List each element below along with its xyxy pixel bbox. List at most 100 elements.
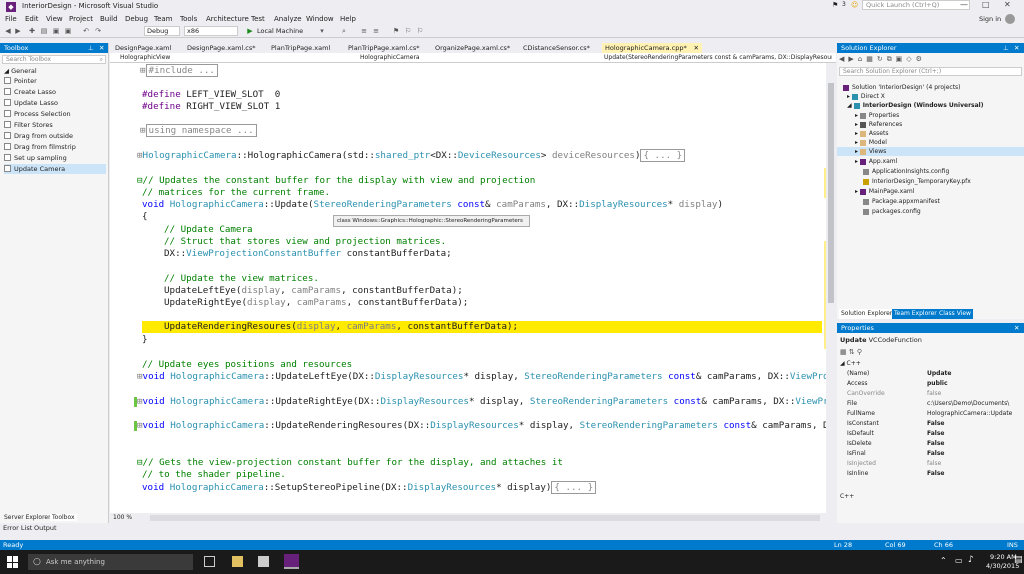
store-icon[interactable] (258, 556, 269, 567)
new-project-icon[interactable]: ✚ (28, 27, 36, 35)
tab-server-explorer[interactable]: Server Explorer (2, 514, 53, 521)
property-row[interactable]: IsInline False (847, 469, 1019, 479)
volume-icon[interactable]: ♪ (968, 555, 974, 565)
property-row[interactable]: FullName HolographicCamera::Update (847, 409, 1019, 419)
toolbox-item-drag-outside[interactable]: Drag from outside (4, 131, 73, 141)
redo-icon[interactable]: ↷ (94, 27, 102, 35)
task-view-icon[interactable] (204, 556, 215, 567)
tab-holographiccamera-cpp[interactable]: HolographicCamera.cpp* ✕ (602, 43, 702, 53)
clock-time[interactable]: 9:20 AM (990, 553, 1017, 561)
tab-designpage-xaml[interactable]: DesignPage.xaml (112, 43, 171, 53)
property-row[interactable]: Access public (847, 379, 1019, 389)
toolbox-item-process-selection[interactable]: Process Selection (4, 109, 71, 119)
run-target-button[interactable]: Local Machine (257, 27, 303, 35)
tree-views[interactable]: ▸ Views (837, 147, 1024, 156)
tree-appinsights[interactable]: ApplicationInsights.config (863, 167, 949, 176)
scrollbar-thumb[interactable] (828, 83, 834, 303)
action-center-icon[interactable]: ▤ (1014, 555, 1023, 565)
tab-solution-explorer[interactable]: Solution Explorer (839, 309, 895, 319)
tree-directx[interactable]: ▸ Direct X (847, 92, 885, 101)
property-row[interactable]: IsDelete False (847, 439, 1019, 449)
tree-interiordesign[interactable]: ◢ InteriorDesign (Windows Universal) (847, 101, 983, 110)
next-bookmark-icon[interactable]: ⚐ (416, 27, 424, 35)
attach-icon[interactable]: ▾ (318, 27, 326, 35)
solution-explorer-toolbar[interactable]: ◀▶⌂▦↻⧉▣◇⚙ (839, 55, 1019, 65)
back-icon[interactable]: ◀ (4, 27, 12, 35)
menu-test[interactable]: Test (251, 15, 265, 23)
tab-class-view[interactable]: Class View (937, 309, 973, 319)
forward-icon[interactable]: ▶ (14, 27, 22, 35)
tab-plantrippage-xaml-cs[interactable]: PlanTripPage.xaml.cs* (345, 43, 420, 53)
property-row[interactable]: CanOverride false (847, 389, 1019, 399)
config-select[interactable]: Debug (144, 26, 180, 36)
tree-model[interactable]: ▸ Model (855, 138, 887, 147)
menu-team[interactable]: Team (154, 15, 173, 23)
zoom-level[interactable]: 100 % (113, 514, 132, 521)
menu-architecture[interactable]: Architecture (206, 15, 249, 23)
tree-packages-config[interactable]: packages.config (863, 207, 921, 216)
toolbox-item-update-camera[interactable]: Update Camera (4, 164, 106, 174)
bookmark-icon[interactable]: ⚑ (392, 27, 400, 35)
quick-launch-input[interactable]: Quick Launch (Ctrl+Q) (862, 0, 970, 10)
property-row[interactable]: IsConstant False (847, 419, 1019, 429)
undo-icon[interactable]: ↶ (82, 27, 90, 35)
collapsed-using[interactable]: using namespace ... (145, 124, 257, 137)
platform-select[interactable]: x86 (184, 26, 238, 36)
tab-plantrippage-xaml[interactable]: PlanTripPage.xaml (268, 43, 330, 53)
solution-explorer-close-icon[interactable]: ✕ (1014, 43, 1019, 53)
project-dropdown[interactable]: HolographicView (112, 54, 348, 62)
tab-team-explorer[interactable]: Team Explorer (892, 309, 939, 319)
run-icon[interactable]: ▶ (246, 27, 254, 35)
code-editor[interactable]: ⊞ #include ... #define LEFT_VIEW_SLOT 0 #… (110, 63, 826, 513)
toolbox-close-icon[interactable]: ✕ (99, 43, 104, 53)
property-row[interactable]: IsInjected false (847, 459, 1019, 469)
collapsed-body[interactable]: { ... } (551, 481, 597, 494)
tree-references[interactable]: ▸ References (855, 120, 902, 129)
file-explorer-icon[interactable] (232, 556, 243, 567)
menu-tools[interactable]: Tools (180, 15, 197, 23)
pin-icon[interactable]: ⊥ (88, 43, 94, 53)
save-all-icon[interactable]: ▣ (64, 27, 72, 35)
tree-solution[interactable]: Solution 'InteriorDesign' (4 projects) (843, 83, 961, 92)
property-row[interactable]: IsDefault False (847, 429, 1019, 439)
property-row[interactable]: IsFinal False (847, 449, 1019, 459)
menu-project[interactable]: Project (69, 15, 93, 23)
toolbox-search-input[interactable]: Search Toolbox ⌕ (2, 55, 106, 64)
tab-output[interactable]: Output (34, 523, 57, 533)
prev-bookmark-icon[interactable]: ⚐ (404, 27, 412, 35)
menu-edit[interactable]: Edit (25, 15, 39, 23)
close-icon[interactable]: ✕ (1004, 0, 1011, 9)
toolbox-group-general[interactable]: ◢ General (4, 67, 37, 75)
open-file-icon[interactable]: ▤ (40, 27, 48, 35)
notification-flag-icon[interactable]: ⚑ (832, 1, 838, 9)
save-icon[interactable]: ▣ (52, 27, 60, 35)
property-row[interactable]: File c:\Users\Demo\Documents\ (847, 399, 1019, 409)
toolbox-item-filter-stores[interactable]: Filter Stores (4, 120, 53, 130)
pin-icon[interactable]: ⊥ (1003, 43, 1009, 53)
menu-analyze[interactable]: Analyze (274, 15, 302, 23)
menu-file[interactable]: File (5, 15, 17, 23)
tab-designpage-xaml-cs[interactable]: DesignPage.xaml.cs* (184, 43, 256, 53)
chevron-up-icon[interactable]: ⌃ (940, 556, 947, 565)
tree-app-xaml[interactable]: ▸ App.xaml (855, 157, 897, 166)
menu-window[interactable]: Window (306, 15, 334, 23)
minimize-icon[interactable]: — (960, 0, 968, 9)
start-icon[interactable] (7, 556, 19, 568)
properties-category[interactable]: ◢ C++ (840, 360, 861, 367)
tree-mainpage[interactable]: ▸ MainPage.xaml (855, 187, 914, 196)
member-dropdown[interactable]: Update(StereoRenderingParameters const &… (596, 54, 832, 62)
tree-tempkey[interactable]: InteriorDesign_TemporaryKey.pfx (863, 177, 971, 186)
properties-toolbar[interactable]: ▦ ⇅ ⚲ (840, 348, 862, 356)
tree-properties[interactable]: ▸ Properties (855, 111, 899, 120)
properties-close-icon[interactable]: ✕ (1014, 323, 1019, 333)
uncomment-icon[interactable]: ≡ (372, 27, 380, 35)
tab-close-icon[interactable]: ✕ (694, 43, 699, 53)
menu-view[interactable]: View (46, 15, 63, 23)
collapsed-include[interactable]: #include ... (145, 64, 218, 77)
tree-manifest[interactable]: Package.appxmanifest (863, 197, 940, 206)
cortana-search-input[interactable]: ○ Ask me anything (28, 554, 193, 570)
toolbox-item-drag-filmstrip[interactable]: Drag from filmstrip (4, 142, 76, 152)
toolbox-item-create-lasso[interactable]: Create Lasso (4, 87, 56, 97)
tab-toolbox[interactable]: Toolbox (50, 514, 77, 521)
properties-object-selector[interactable]: Update VCCodeFunction (840, 336, 922, 344)
